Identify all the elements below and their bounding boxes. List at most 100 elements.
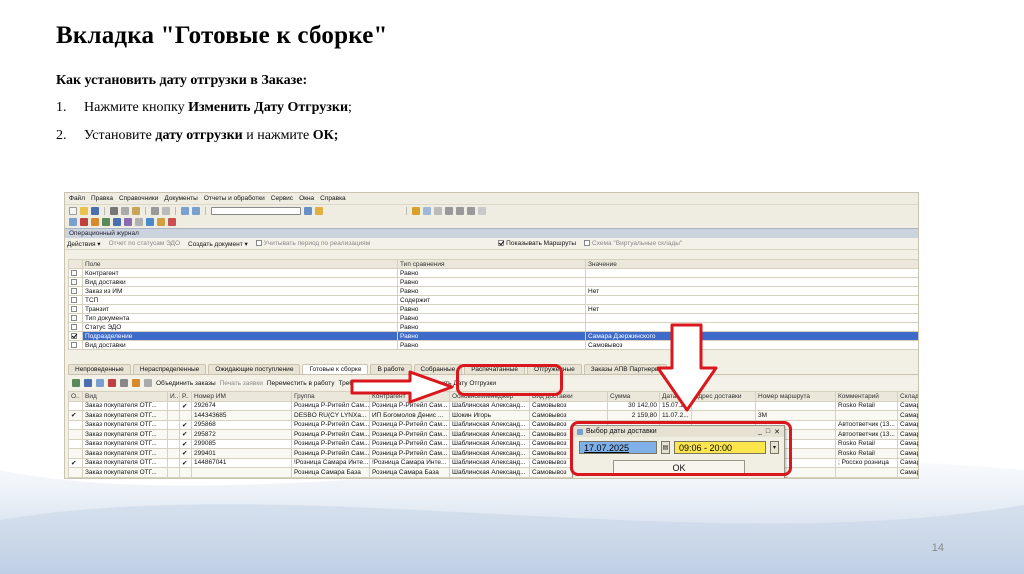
filter-row-checkbox[interactable] [68,277,83,287]
filter-header-value[interactable]: Значение [585,259,918,269]
checkbox[interactable] [71,341,77,348]
find-icon[interactable] [304,206,312,215]
report-icon[interactable] [91,218,99,226]
orders-header-5[interactable]: Группа [291,391,370,402]
table-row[interactable]: Заказ покупателя ОТГ... ✔ 299401 Розница Р-… [68,448,918,459]
sort-icon[interactable] [144,379,152,387]
filter-row-checkbox[interactable] [68,313,83,323]
requirement-invoice-button[interactable]: Требование - накладная [338,380,412,387]
delete-icon[interactable] [108,379,116,387]
scheme-checkbox[interactable]: Схема "Виртуальные склады" [584,240,682,247]
orders-header-12[interactable]: Номер маршрута [755,391,836,402]
filter-row[interactable]: Транзит Равно Нет [68,304,918,314]
orders-header-3[interactable]: Р.. [179,391,192,402]
filter-row[interactable]: Контрагент Равно [68,268,918,278]
chevron-down-icon[interactable]: ▾ [770,441,779,454]
calendar-icon[interactable] [423,206,431,215]
period-checkbox[interactable]: Учитывать период по реализациям [255,240,370,247]
checkbox[interactable] [71,287,77,294]
menu-item-edit[interactable]: Правка [91,195,113,202]
checkbox[interactable] [71,305,77,312]
filter-row-checkbox[interactable] [68,286,83,296]
filter-row-checkbox[interactable] [68,331,83,341]
orders-header-14[interactable]: Склад [897,391,918,402]
tab-2[interactable]: Нераспределенные [132,364,207,374]
orders-header-10[interactable]: Дата от... [659,391,692,402]
orders-header-1[interactable]: Вид [82,391,168,402]
undo-icon[interactable] [181,206,189,215]
filter-row-checkbox[interactable] [68,304,83,314]
edit-icon[interactable] [96,379,104,387]
tab-9[interactable]: Заказы АПВ Партнеры [583,364,667,374]
change-ship-date-button[interactable]: Изменить Дату Отгрузки [422,380,496,387]
table-row[interactable]: Заказ покупателя ОТГ... Розница Самара Ба… [68,467,918,478]
create-document-button[interactable]: Создать документ ▾ [188,240,248,248]
open-folder-icon[interactable] [80,206,88,215]
clients-icon[interactable] [113,218,121,226]
checkbox[interactable] [584,240,591,247]
new-doc-icon[interactable] [69,206,77,215]
orders-header-6[interactable]: Контрагент [369,391,450,402]
redo-icon[interactable] [192,206,200,215]
orders-header-7[interactable]: ОсновнойМенеджер [449,391,530,402]
mail-icon[interactable] [434,206,442,215]
tab-7[interactable]: Распечатанные [464,364,526,374]
filter-row[interactable]: Вид доставки Равно Самовывоз [68,340,918,350]
menu-item-documents[interactable]: Документы [164,195,198,202]
filter-row-checkbox[interactable] [68,340,83,350]
table-row[interactable]: Заказ покупателя ОТГ... ✔ 292674 Розница Р-… [68,400,918,411]
checkbox[interactable] [71,296,77,303]
orders-header-0[interactable]: О.. [68,391,83,402]
print-icon[interactable] [151,206,159,215]
tab-1[interactable]: Непроведенные [68,364,131,374]
search-box[interactable] [211,206,301,215]
sync-icon[interactable] [146,218,154,226]
menu-item-reports[interactable]: Отчеты и обработки [204,195,265,202]
goods-icon[interactable] [102,218,110,226]
checkbox[interactable] [71,332,77,339]
table-row[interactable]: Заказ покупателя ОТГ... ✔ 295872 Розница Р-… [68,429,918,440]
filter-row[interactable]: Статус ЭДО Равно [68,322,918,332]
orders-header-9[interactable]: Сумма [607,391,660,402]
checkbox[interactable] [255,240,262,247]
menu-item-file[interactable]: Файл [69,195,85,202]
orders-header-8[interactable]: Вид доставки [529,391,608,402]
info-icon[interactable] [315,206,323,215]
ok-button[interactable]: OK [613,460,745,476]
menu-item-service[interactable]: Сервис [271,195,293,202]
add-icon[interactable] [72,379,80,387]
tab-5[interactable]: В работе [370,364,412,374]
table-row[interactable]: Заказ покупателя ОТГ... ✔ 299085 Розница Р-… [68,438,918,449]
checkbox[interactable] [71,269,77,276]
tab-3[interactable]: Ожидающие поступление [208,364,301,374]
close-icon[interactable]: ✕ [774,428,780,436]
merge-orders-button[interactable]: Объединить заказы [156,380,216,387]
preview-icon[interactable] [162,206,170,215]
print-request-button[interactable]: Печать заявки [220,380,263,387]
filter-row[interactable]: Тип документа Равно [68,313,918,323]
copy-row-icon[interactable] [84,379,92,387]
memory-minus-icon[interactable] [467,206,475,215]
cut-icon[interactable] [110,206,118,215]
checkbox[interactable] [71,278,77,285]
copy-icon[interactable] [121,206,129,215]
actions-menu[interactable]: Действия ▾ [67,240,101,248]
ship-date-input[interactable]: 17.07.2025 [579,441,657,454]
orders-header-4[interactable]: Номер ИМ [191,391,292,402]
checkbox[interactable] [71,323,77,330]
time-window-select[interactable]: 09:06 - 20:00 [674,441,766,454]
help-icon[interactable] [478,206,486,215]
filter-row[interactable]: Заказ из ИМ Равно Нет [68,286,918,296]
orders-icon[interactable] [124,218,132,226]
orders-header-2[interactable]: И.. [167,391,180,402]
calendar-picker-icon[interactable]: ▤ [661,441,670,454]
journal-icon[interactable] [80,218,88,226]
memory-icon[interactable] [445,206,453,215]
tab-6[interactable]: Собранные [413,364,463,374]
filter-row[interactable]: Вид доставки Равно [68,277,918,287]
menu-item-windows[interactable]: Окна [299,195,314,202]
save-icon[interactable] [91,206,99,215]
routes-checkbox[interactable]: Показывать Маршруты [498,240,576,247]
menu-item-catalogs[interactable]: Справочники [119,195,158,202]
filter-row[interactable]: ТСП Содержит [68,295,918,305]
